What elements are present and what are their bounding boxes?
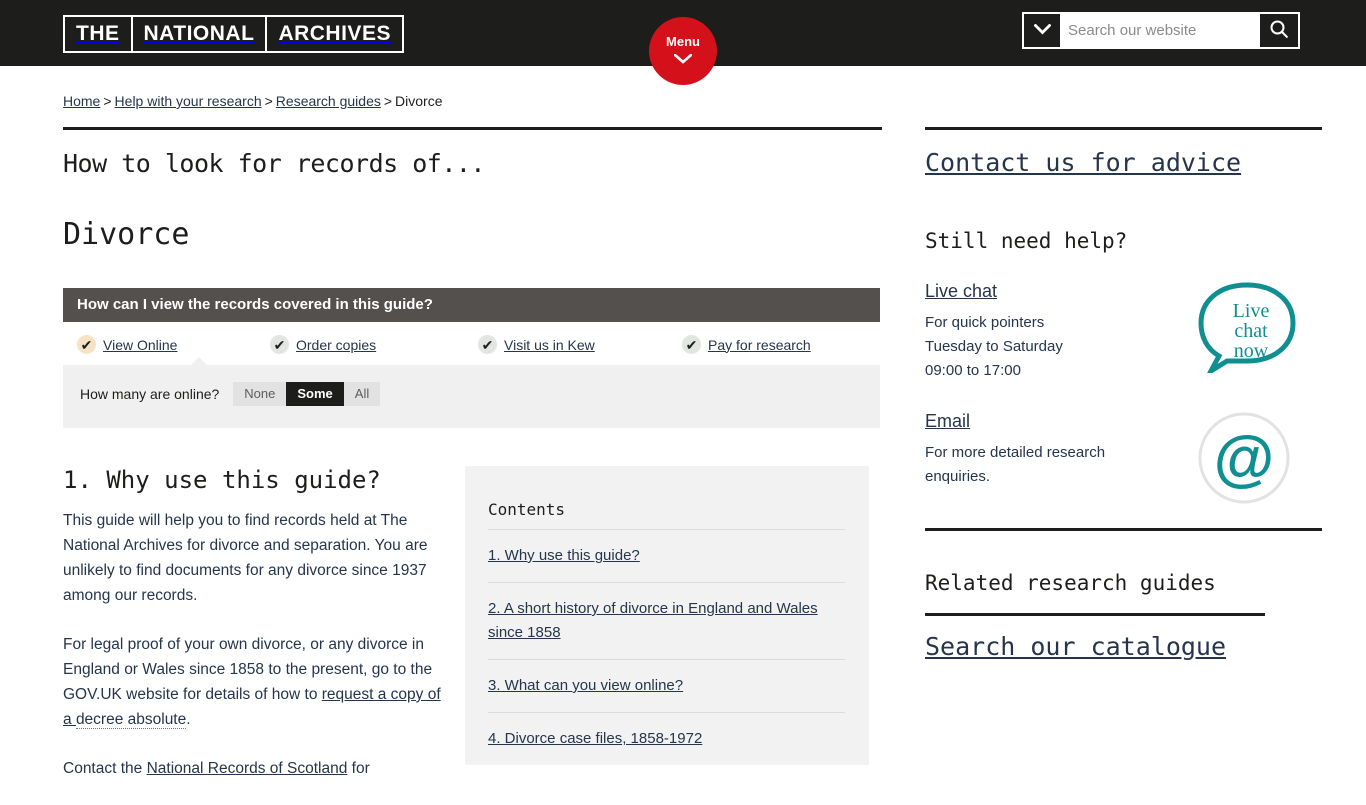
article-kicker: How to look for records of... xyxy=(63,149,486,178)
contact-us-heading: Contact us for advice xyxy=(925,148,1366,177)
chevron-down-icon xyxy=(673,52,693,67)
svg-text:now: now xyxy=(1234,340,1269,362)
segment-all[interactable]: All xyxy=(343,382,381,406)
breadcrumb-item-current: Divorce xyxy=(395,93,443,109)
breadcrumb-separator: > xyxy=(264,93,273,109)
sidebar-divider-top xyxy=(925,127,1322,130)
page-body: Home > Help with your research > Research gu… xyxy=(0,66,1366,805)
active-tab-caret-icon xyxy=(190,357,208,366)
site-search xyxy=(1022,12,1300,49)
paragraph-3-text: Contact the xyxy=(63,760,147,777)
list-item: 2. A short history of divorce in England… xyxy=(488,582,845,659)
online-amount-segmented-control: None Some All xyxy=(233,382,381,406)
view-tab-order-copies[interactable]: ✔ Order copies xyxy=(270,331,478,365)
logo-word-the: THE xyxy=(65,17,133,51)
sidebar-divider-catalogue xyxy=(925,613,1265,616)
breadcrumb-item-help-with-your-research[interactable]: Help with your research xyxy=(115,93,262,109)
segment-none[interactable]: None xyxy=(233,382,287,406)
list-item: 4. Divorce case files, 1858-1972 xyxy=(488,712,845,765)
menu-button-label: Menu xyxy=(666,34,700,49)
contents-title: Contents xyxy=(488,500,566,519)
list-item: 1. Why use this guide? xyxy=(488,529,845,582)
email-link[interactable]: Email xyxy=(925,411,970,432)
live-chat-block: Live chat For quick pointers Tuesday to … xyxy=(925,281,1366,383)
svg-text:Live: Live xyxy=(1233,300,1270,322)
still-need-help-heading: Still need help? xyxy=(925,229,1128,253)
logo-word-archives: ARCHIVES xyxy=(278,22,391,45)
contents-link-3[interactable]: 3. What can you view online? xyxy=(488,677,683,694)
contents-link-1[interactable]: 1. Why use this guide? xyxy=(488,547,640,564)
article-body-split: 1. Why use this guide? This guide will h… xyxy=(63,466,882,805)
related-research-guides-heading: Related research guides xyxy=(925,571,1216,595)
glossary-term-decree-absolute[interactable]: decree absolute xyxy=(75,711,187,729)
live-chat-copy: Live chat For quick pointers Tuesday to … xyxy=(925,281,1197,383)
breadcrumb-item-research-guides[interactable]: Research guides xyxy=(276,93,381,109)
live-chat-bubble-icon[interactable]: Live chat now xyxy=(1197,281,1297,379)
view-records-panel: How can I view the records covered in th… xyxy=(63,288,880,428)
check-icon: ✔ xyxy=(478,335,497,354)
search-input[interactable] xyxy=(1060,14,1260,47)
paragraph-3: Contact the National Records of Scotland… xyxy=(63,756,441,781)
search-icon xyxy=(1269,19,1289,42)
view-panel-tabs: ✔ View Online ✔ Order copies ✔ Visit us … xyxy=(63,322,880,365)
paragraph-2: For legal proof of your own divorce, or … xyxy=(63,632,441,732)
search-submit-button[interactable] xyxy=(1260,14,1298,47)
site-logo[interactable]: THE NATIONAL ARCHIVES xyxy=(63,15,404,53)
paragraph-2-tail: . xyxy=(186,711,191,728)
main-column: How to look for records of... Divorce Ho… xyxy=(0,109,882,805)
view-panel-body: How many are online? None Some All xyxy=(63,357,880,428)
view-tab-pay-for-research[interactable]: ✔ Pay for research xyxy=(682,331,872,365)
search-catalogue-heading: Search our catalogue xyxy=(925,632,1366,661)
check-icon: ✔ xyxy=(77,335,96,354)
sidebar-divider-related xyxy=(925,528,1322,531)
paragraph-3-tail: for xyxy=(347,760,370,777)
content-columns: How to look for records of... Divorce Ho… xyxy=(0,109,1366,805)
contents-list: 1. Why use this guide? 2. A short histor… xyxy=(488,529,845,765)
how-many-online-label: How many are online? xyxy=(80,386,220,402)
check-icon: ✔ xyxy=(682,335,701,354)
chevron-down-icon xyxy=(1033,22,1051,40)
view-tab-view-online[interactable]: ✔ View Online xyxy=(63,331,270,365)
contents-link-2[interactable]: 2. A short history of divorce in England… xyxy=(488,600,818,641)
view-panel-heading: How can I view the records covered in th… xyxy=(63,288,880,322)
search-catalogue-link[interactable]: Search our catalogue xyxy=(925,632,1226,661)
view-tab-label: Visit us in Kew xyxy=(504,336,595,353)
main-top-divider xyxy=(63,127,882,130)
at-sign-icon[interactable]: @ xyxy=(1197,411,1297,510)
site-header: THE NATIONAL ARCHIVES Menu xyxy=(0,0,1366,85)
email-copy: Email For more detailed research enquiri… xyxy=(925,411,1197,489)
svg-text:@: @ xyxy=(1214,424,1274,493)
live-chat-line-3: 09:00 to 17:00 xyxy=(925,362,1021,379)
svg-text:chat: chat xyxy=(1234,320,1268,342)
national-records-scotland-link[interactable]: National Records of Scotland xyxy=(147,760,348,777)
view-tab-label: Order copies xyxy=(296,336,377,353)
segment-some[interactable]: Some xyxy=(286,382,344,406)
contents-link-4[interactable]: 4. Divorce case files, 1858-1972 xyxy=(488,730,702,747)
view-tab-label: Pay for research xyxy=(708,336,811,353)
contact-us-link[interactable]: Contact us for advice xyxy=(925,148,1241,177)
email-line-1: For more detailed research xyxy=(925,444,1106,461)
check-icon: ✔ xyxy=(270,335,289,354)
page-title: Divorce xyxy=(63,217,190,252)
sidebar: Contact us for advice Still need help? L… xyxy=(882,109,1366,805)
live-chat-line-2: Tuesday to Saturday xyxy=(925,338,1063,355)
search-scope-toggle[interactable] xyxy=(1024,14,1060,47)
live-chat-link[interactable]: Live chat xyxy=(925,281,997,302)
logo-word-national: NATIONAL xyxy=(133,17,268,51)
view-tab-label: View Online xyxy=(103,336,178,353)
breadcrumb-item-home[interactable]: Home xyxy=(63,93,100,109)
menu-button[interactable]: Menu xyxy=(649,17,717,85)
email-block: Email For more detailed research enquiri… xyxy=(925,411,1366,510)
breadcrumb-separator: > xyxy=(383,93,393,109)
breadcrumb-separator: > xyxy=(103,93,112,109)
paragraph-1: This guide will help you to find records… xyxy=(63,512,428,604)
contents-box: Contents 1. Why use this guide? 2. A sho… xyxy=(465,466,869,765)
list-item: 3. What can you view online? xyxy=(488,659,845,712)
email-line-2: enquiries. xyxy=(925,468,991,485)
article-text: 1. Why use this guide? This guide will h… xyxy=(63,466,463,805)
view-tab-visit-us-in-kew[interactable]: ✔ Visit us in Kew xyxy=(478,331,682,365)
live-chat-line-1: For quick pointers xyxy=(925,314,1045,331)
section-heading: 1. Why use this guide? xyxy=(63,466,381,494)
